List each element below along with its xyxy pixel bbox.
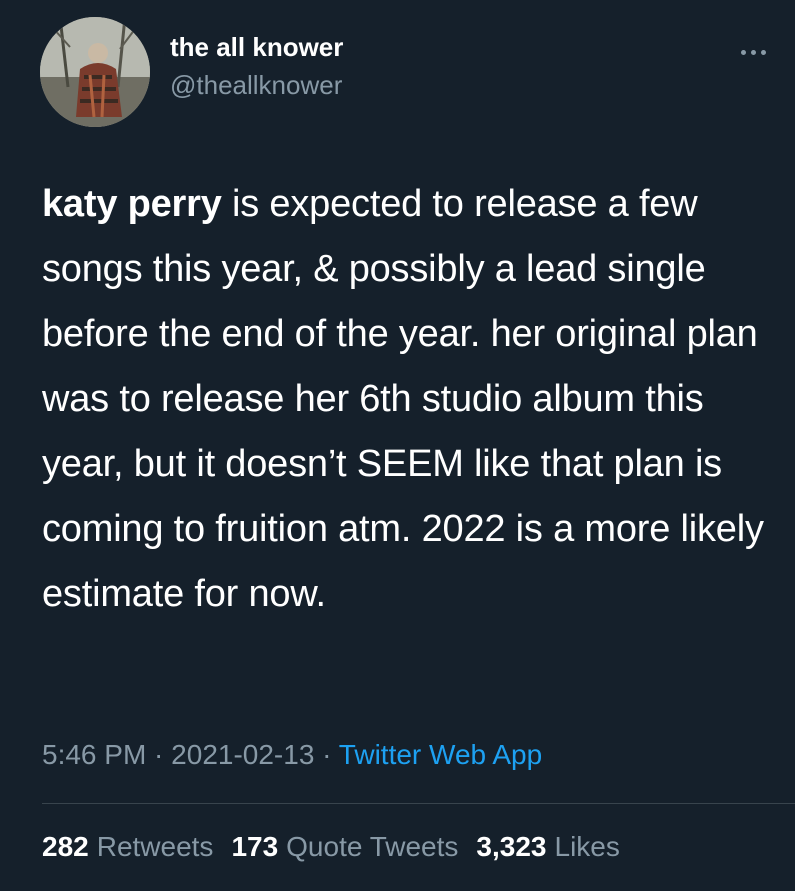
more-options-button[interactable]	[733, 40, 773, 64]
meta-separator: ·	[146, 739, 172, 770]
divider	[42, 803, 795, 804]
meta-separator: ·	[314, 739, 339, 770]
more-horizontal-icon	[740, 49, 746, 55]
more-horizontal-icon	[760, 49, 766, 55]
retweets-count: 282	[42, 831, 89, 862]
avatar[interactable]	[40, 17, 150, 127]
tweet-card: the all knower @theallknower katy perry …	[0, 0, 795, 891]
retweets-stat[interactable]: 282 Retweets	[42, 828, 213, 866]
tweet-source-link[interactable]: Twitter Web App	[339, 739, 542, 770]
retweets-label: Retweets	[96, 831, 214, 862]
display-name[interactable]: the all knower	[170, 30, 343, 64]
quote-tweets-label: Quote Tweets	[286, 831, 459, 862]
tweet-body: is expected to release a few songs this …	[42, 183, 764, 615]
likes-label: Likes	[554, 831, 620, 862]
tweet-metadata: 5:46 PM · 2021-02-13 · Twitter Web App	[42, 736, 542, 774]
user-info[interactable]: the all knower @theallknower	[170, 30, 343, 102]
quote-tweets-stat[interactable]: 173 Quote Tweets	[231, 828, 458, 866]
tweet-time[interactable]: 5:46 PM	[42, 739, 146, 770]
more-horizontal-icon	[750, 49, 756, 55]
likes-count: 3,323	[476, 831, 547, 862]
quote-tweets-count: 173	[231, 831, 279, 862]
user-handle[interactable]: @theallknower	[170, 68, 343, 102]
tweet-text: katy perry is expected to release a few …	[42, 172, 772, 627]
profile-photo-icon	[40, 17, 150, 127]
tweet-stats: 282 Retweets 173 Quote Tweets 3,323 Likes	[42, 828, 620, 866]
tweet-date[interactable]: 2021-02-13	[171, 739, 314, 770]
tweet-mention[interactable]: katy perry	[42, 183, 222, 225]
likes-stat[interactable]: 3,323 Likes	[476, 828, 619, 866]
